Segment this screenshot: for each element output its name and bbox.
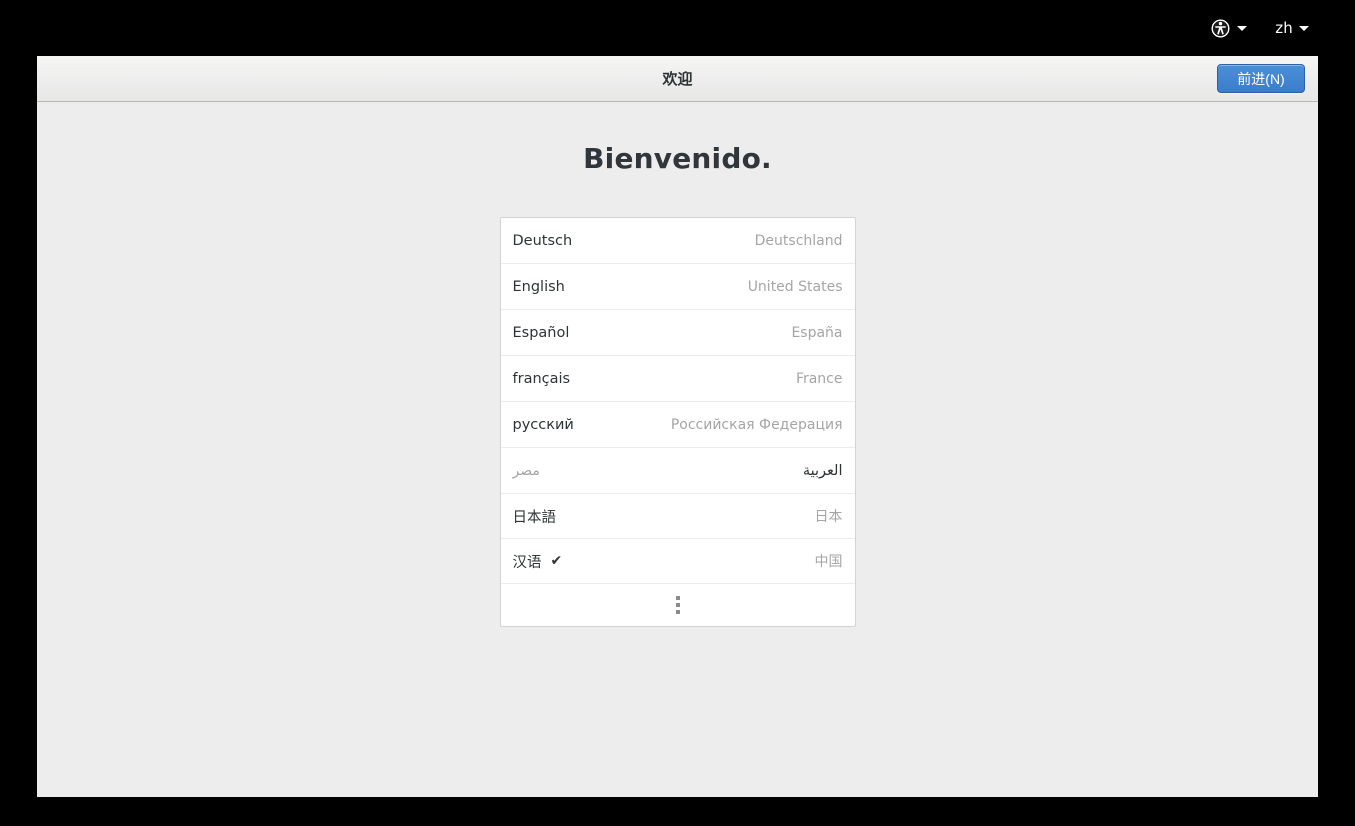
chevron-down-icon	[1237, 25, 1248, 31]
language-row-left: Deutsch	[513, 233, 573, 249]
headerbar: 欢迎 前进(N)	[37, 56, 1318, 102]
accessibility-menu-button[interactable]	[1205, 11, 1253, 45]
chevron-down-icon	[1299, 25, 1309, 31]
language-name: français	[512, 370, 571, 387]
language-row-left: English	[513, 279, 565, 295]
universal-access-icon	[1211, 19, 1230, 38]
language-country: Российская Федерация	[670, 416, 843, 433]
next-button[interactable]: 前进(N)	[1217, 64, 1305, 93]
language-country: Deutschland	[754, 232, 843, 249]
language-country: مصر	[512, 462, 540, 479]
language-country: España	[791, 324, 843, 341]
language-indicator-button[interactable]: zh	[1269, 11, 1315, 45]
language-row[interactable]: русский Российская Федерация	[500, 402, 855, 448]
more-languages-row[interactable]	[501, 584, 855, 626]
language-name: 汉语	[512, 554, 542, 571]
language-country: France	[795, 370, 843, 387]
language-country: United States	[747, 278, 843, 295]
language-row-left: русский	[513, 417, 574, 433]
language-row[interactable]: Español España	[500, 310, 855, 356]
language-row[interactable]: العربية مصر	[500, 448, 855, 494]
language-row[interactable]: 汉语 ✔ 中国	[500, 539, 855, 584]
language-row-left: français	[513, 371, 571, 387]
language-row[interactable]: 日本語 日本	[500, 494, 855, 539]
language-list: Deutsch Deutschland English United States Es…	[499, 217, 856, 627]
language-row-left: 日本語	[513, 506, 557, 527]
language-indicator-label: zh	[1275, 19, 1293, 37]
language-name: العربية	[802, 462, 843, 479]
content-area: Bienvenido. Deutsch Deutschland English Uni…	[37, 102, 1318, 796]
language-row-left: العربية	[803, 463, 843, 479]
language-row[interactable]: Deutsch Deutschland	[500, 218, 855, 264]
language-row-left: 汉语 ✔	[513, 551, 563, 572]
language-name: Deutsch	[512, 232, 573, 249]
top-panel: zh	[0, 0, 1355, 56]
language-row[interactable]: English United States	[500, 264, 855, 310]
page-title: 欢迎	[662, 70, 693, 88]
language-country: 日本	[814, 509, 843, 525]
check-icon: ✔	[550, 553, 563, 569]
language-name: русский	[512, 416, 574, 433]
initial-setup-window: 欢迎 前进(N) Bienvenido. Deutsch Deutschland E…	[37, 56, 1318, 797]
language-country: 中国	[814, 554, 843, 570]
language-name: 日本語	[512, 509, 557, 526]
language-name: English	[512, 278, 565, 295]
welcome-heading: Bienvenido.	[583, 142, 772, 175]
more-vertical-dots-icon	[675, 596, 680, 614]
language-name: Español	[512, 324, 570, 341]
language-row[interactable]: français France	[500, 356, 855, 402]
language-row-left: Español	[513, 325, 570, 341]
